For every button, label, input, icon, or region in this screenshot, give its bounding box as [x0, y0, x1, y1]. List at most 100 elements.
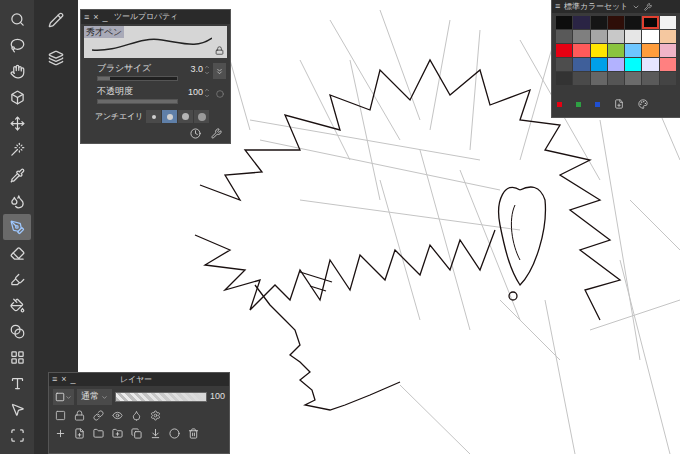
color-swatch[interactable]: [573, 44, 589, 57]
up-icon[interactable]: [204, 64, 210, 70]
color-swatch[interactable]: [625, 58, 641, 71]
layer-opacity-slider[interactable]: [115, 392, 207, 402]
antialiasing-option[interactable]: [162, 110, 177, 123]
clip-icon[interactable]: [55, 410, 66, 421]
lock-icon[interactable]: [215, 46, 224, 55]
merge-down-icon[interactable]: [150, 428, 161, 439]
set-dropdown-icon[interactable]: [632, 3, 640, 11]
color-swatch[interactable]: [591, 44, 607, 57]
down-icon[interactable]: [204, 70, 210, 76]
settings-icon[interactable]: [211, 128, 222, 139]
down-icon[interactable]: [204, 93, 210, 99]
tool-button[interactable]: [3, 162, 31, 188]
color-mark[interactable]: [576, 102, 581, 107]
new-vector-layer-icon[interactable]: [74, 428, 85, 439]
color-swatch[interactable]: [608, 72, 624, 85]
panel-header[interactable]: ≡×_ツールプロパティ: [81, 10, 230, 24]
color-swatch[interactable]: [573, 72, 589, 85]
color-swatch[interactable]: [573, 16, 589, 29]
antialiasing-option[interactable]: [178, 110, 193, 123]
duplicate-icon[interactable]: [131, 428, 142, 439]
tool-button[interactable]: [3, 188, 31, 214]
color-swatch[interactable]: [591, 58, 607, 71]
color-swatch[interactable]: [660, 16, 676, 29]
color-swatch[interactable]: [642, 16, 658, 29]
color-swatch[interactable]: [591, 72, 607, 85]
tool-button[interactable]: [3, 422, 31, 448]
reset-icon[interactable]: [190, 128, 201, 139]
new-layer-icon[interactable]: [55, 428, 66, 439]
opacity-value[interactable]: 100: [181, 86, 210, 100]
color-swatch[interactable]: [573, 58, 589, 71]
up-icon[interactable]: [204, 87, 210, 93]
tool-button[interactable]: [3, 240, 31, 266]
tool-button[interactable]: [3, 84, 31, 110]
color-swatch[interactable]: [608, 44, 624, 57]
color-swatch[interactable]: [573, 30, 589, 43]
layer-color-button[interactable]: [53, 389, 74, 405]
tool-button[interactable]: [3, 344, 31, 370]
draft-icon[interactable]: [112, 410, 123, 421]
tool-button[interactable]: [3, 58, 31, 84]
panel-control[interactable]: ≡: [52, 375, 57, 384]
delete-icon[interactable]: [188, 428, 199, 439]
color-swatch[interactable]: [608, 16, 624, 29]
new-folder-icon[interactable]: [93, 428, 104, 439]
tool-button[interactable]: [3, 370, 31, 396]
color-mark[interactable]: [557, 102, 562, 107]
transparency-lock-icon[interactable]: [131, 410, 142, 421]
blend-mode-select[interactable]: 通常: [77, 389, 112, 405]
tool-button[interactable]: [3, 6, 31, 32]
color-swatch[interactable]: [625, 72, 641, 85]
color-swatch[interactable]: [591, 16, 607, 29]
pressure-icon[interactable]: [216, 90, 224, 98]
color-swatch[interactable]: [608, 58, 624, 71]
antialiasing-option[interactable]: [146, 110, 161, 123]
panel-control[interactable]: _: [103, 13, 108, 22]
color-swatch[interactable]: [608, 30, 624, 43]
mask-icon[interactable]: [169, 428, 180, 439]
antialiasing-option[interactable]: [194, 110, 209, 123]
color-swatch[interactable]: [660, 58, 676, 71]
panel-control[interactable]: _: [71, 375, 76, 384]
tool-button[interactable]: [3, 110, 31, 136]
color-swatch[interactable]: [625, 44, 641, 57]
color-swatch[interactable]: [556, 72, 572, 85]
color-swatch[interactable]: [660, 72, 676, 85]
tool-button[interactable]: [3, 136, 31, 162]
opacity-slider[interactable]: [97, 99, 178, 104]
panel-header[interactable]: ≡×_レイヤー: [49, 373, 229, 386]
panel-control[interactable]: ×: [93, 13, 98, 22]
layer-settings-icon[interactable]: [150, 410, 161, 421]
brush-size-slider[interactable]: [97, 76, 178, 81]
reference-icon[interactable]: [93, 410, 104, 421]
color-set-settings-icon[interactable]: [644, 3, 652, 11]
color-swatch[interactable]: [642, 72, 658, 85]
palette-icon[interactable]: [638, 99, 648, 109]
color-swatch[interactable]: [625, 30, 641, 43]
size-preset-button[interactable]: [213, 63, 226, 79]
color-swatch[interactable]: [642, 30, 658, 43]
lock-layer-icon[interactable]: [74, 410, 85, 421]
color-swatch[interactable]: [642, 44, 658, 57]
color-swatch[interactable]: [642, 58, 658, 71]
panel-header[interactable]: ≡標準カラーセット: [552, 0, 680, 13]
brush-preview[interactable]: 秀才ペン: [84, 26, 227, 58]
color-swatch[interactable]: [625, 16, 641, 29]
panel-control[interactable]: ≡: [555, 2, 560, 11]
color-swatch[interactable]: [660, 30, 676, 43]
color-swatch[interactable]: [660, 44, 676, 57]
tool-button[interactable]: [3, 266, 31, 292]
tool-button[interactable]: [3, 214, 31, 240]
color-swatch[interactable]: [591, 30, 607, 43]
color-mark[interactable]: [595, 102, 600, 107]
panel-control[interactable]: ≡: [84, 13, 89, 22]
sub-tool-icon[interactable]: [48, 12, 64, 28]
panel-control[interactable]: ×: [61, 375, 66, 384]
color-swatch[interactable]: [556, 16, 572, 29]
brush-size-value[interactable]: 3.0: [181, 63, 210, 77]
color-swatch[interactable]: [556, 30, 572, 43]
add-color-icon[interactable]: [614, 99, 624, 109]
tool-button[interactable]: [3, 32, 31, 58]
layer-property-icon[interactable]: [48, 50, 64, 66]
